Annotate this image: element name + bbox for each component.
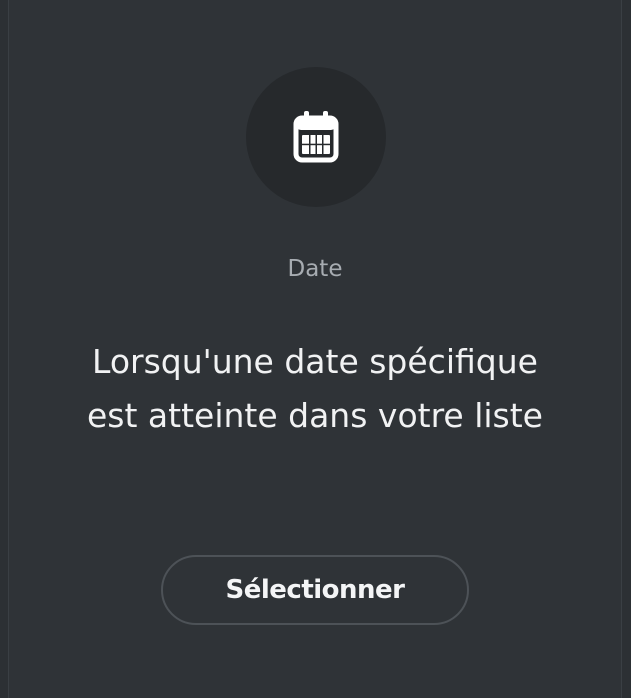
icon-circle bbox=[246, 67, 386, 207]
page: Date Lorsqu'une date spécifique est atte… bbox=[0, 0, 631, 698]
select-button[interactable]: Sélectionner bbox=[161, 555, 469, 625]
trigger-description: Lorsqu'une date spécifique est atteinte … bbox=[87, 342, 543, 435]
calendar-icon bbox=[293, 111, 339, 163]
trigger-card-date[interactable]: Date Lorsqu'une date spécifique est atte… bbox=[8, 0, 622, 698]
trigger-category-label: Date bbox=[287, 256, 343, 282]
